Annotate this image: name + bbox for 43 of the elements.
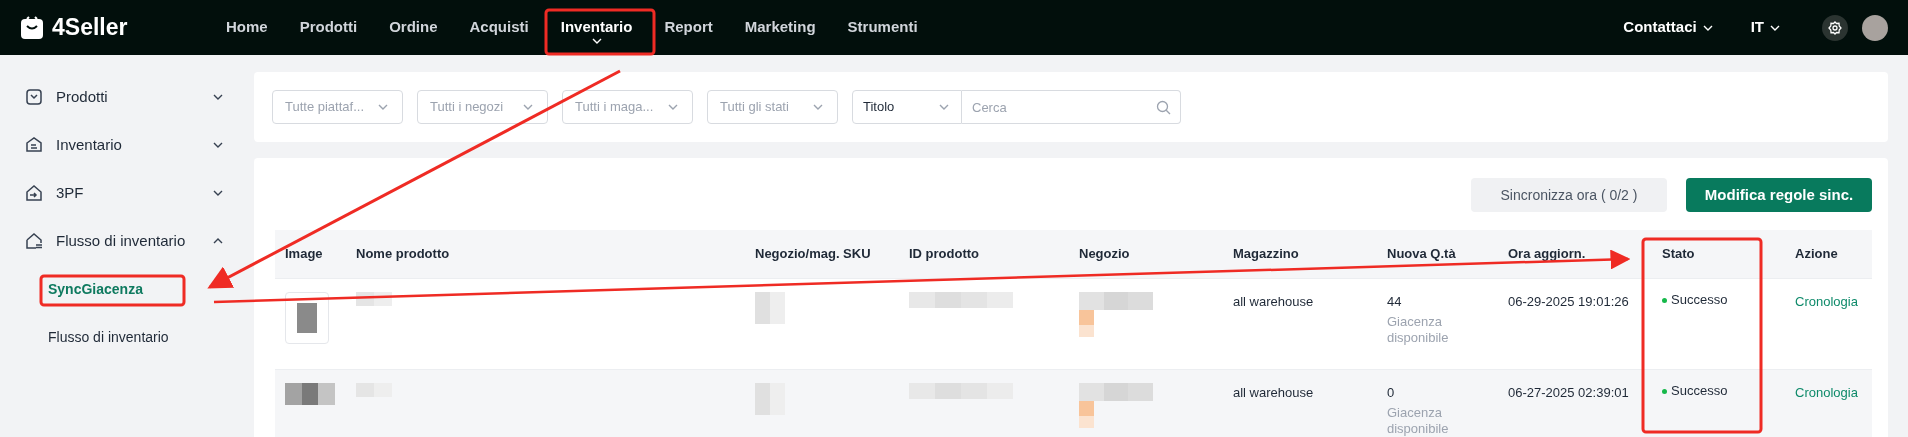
sidebar-subitem[interactable]: SyncGiacenza bbox=[24, 265, 225, 313]
language-dropdown[interactable]: IT bbox=[1750, 16, 1782, 39]
warehouse-text: all warehouse bbox=[1233, 293, 1315, 311]
quantity-text: 0 bbox=[1387, 384, 1396, 402]
logo-text: 4Seller bbox=[52, 13, 128, 43]
nav-tab[interactable]: Ordine bbox=[373, 7, 454, 48]
nav-tab[interactable]: Marketing bbox=[728, 7, 832, 48]
contact-dropdown[interactable]: Contattaci bbox=[1623, 16, 1715, 39]
nav-tab[interactable]: Home bbox=[210, 7, 284, 48]
sidebar-item[interactable]: Flusso di inventario bbox=[24, 217, 225, 265]
status-text: Successo bbox=[1671, 291, 1728, 310]
column-header: Negozio bbox=[1079, 245, 1131, 264]
column-header: Azione bbox=[1795, 245, 1839, 264]
history-link[interactable]: Cronologia bbox=[1795, 292, 1872, 312]
column-header: Stato bbox=[1662, 245, 1696, 264]
quantity-note: Giacenza disponibile bbox=[1387, 404, 1450, 437]
update-time: 06-27-2025 02:39:01 bbox=[1508, 384, 1630, 402]
warehouse-text: all warehouse bbox=[1233, 384, 1315, 402]
sidebar-item[interactable]: Inventario bbox=[24, 121, 225, 169]
column-header: Magazzino bbox=[1233, 245, 1300, 264]
column-header: Image bbox=[285, 245, 324, 264]
nav-tab[interactable]: Strumenti bbox=[831, 7, 934, 48]
status-text: Successo bbox=[1671, 382, 1728, 401]
sidebar-subitem[interactable]: Flusso di inventario bbox=[24, 313, 225, 361]
search-type-select[interactable]: Titolo bbox=[852, 90, 962, 124]
nav-tab[interactable]: Report bbox=[648, 7, 729, 48]
column-header: Ora aggiorn. bbox=[1508, 245, 1587, 264]
update-time: 06-29-2025 19:01:26 bbox=[1508, 293, 1630, 311]
sync-now-button[interactable]: Sincronizza ora ( 0/2 ) bbox=[1471, 178, 1667, 212]
quantity-note: Giacenza disponibile bbox=[1387, 313, 1450, 346]
nav-tab[interactable]: Inventario bbox=[544, 7, 649, 48]
history-link[interactable]: Cronologia bbox=[1795, 383, 1872, 403]
column-header: Nome prodotto bbox=[356, 245, 451, 264]
nav-tab[interactable]: Prodotti bbox=[283, 7, 374, 48]
sidebar-item[interactable]: Prodotti bbox=[24, 73, 225, 121]
sidebar-item[interactable]: 3PF bbox=[24, 169, 225, 217]
search-field[interactable]: Cerca bbox=[962, 90, 1181, 124]
nav-tab[interactable]: Acquisti bbox=[453, 7, 545, 48]
column-header: Nuova Q.tà bbox=[1387, 245, 1457, 264]
quantity-text: 44 bbox=[1387, 293, 1403, 311]
column-header: ID prodotto bbox=[909, 245, 981, 264]
edit-rules-button[interactable]: Modifica regole sinc. bbox=[1686, 178, 1872, 212]
column-header: Negozio/mag. SKU bbox=[755, 245, 872, 264]
